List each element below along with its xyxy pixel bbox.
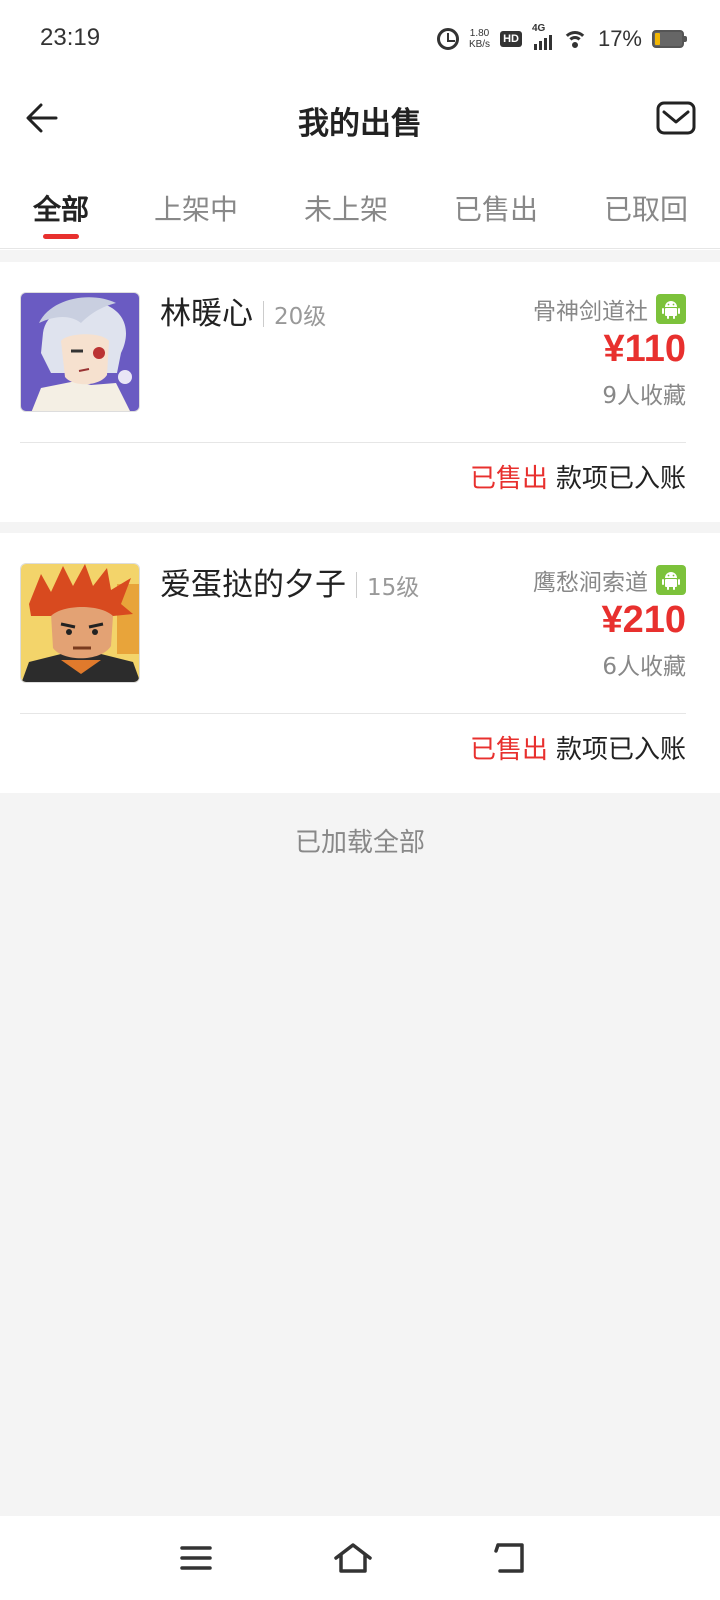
system-nav-bar: [0, 1516, 720, 1600]
server-row: 骨神剑道社: [533, 292, 686, 326]
status-sold-label: 已售出: [469, 735, 548, 765]
active-tab-indicator: [43, 234, 79, 239]
tab-on-shelf[interactable]: 上架中: [131, 188, 261, 228]
mail-icon: [656, 101, 696, 135]
android-icon: [656, 294, 686, 324]
battery-icon: [652, 30, 687, 48]
tab-sold[interactable]: 已售出: [431, 188, 561, 228]
server-row: 鹰愁涧索道: [533, 563, 686, 597]
character-avatar: [20, 563, 140, 683]
character-name-row: 林暖心 20级: [160, 288, 326, 333]
hd-icon: HD: [500, 31, 522, 47]
menu-icon: [180, 1546, 212, 1570]
signal-icon: 4G: [532, 23, 552, 50]
status-sold-label: 已售出: [469, 464, 548, 494]
status-time: 23:19: [40, 24, 101, 51]
status-bar: 23:19 1.80 KB/s HD 4G 17%: [0, 0, 720, 80]
system-back-button[interactable]: [488, 1536, 532, 1580]
battery-percent: 17%: [597, 26, 642, 51]
nav-bar: 我的出售: [0, 80, 720, 156]
network-speed-value: 1.80: [469, 28, 490, 39]
favorites-count: 9人收藏: [602, 383, 686, 409]
level-separator: [263, 301, 264, 327]
tab-bar: 全部 上架中 未上架 已售出 已取回: [0, 176, 720, 246]
status-note: 款项已入账: [555, 464, 686, 494]
signal-label: 4G: [531, 23, 546, 34]
alarm-icon: [436, 28, 459, 50]
character-name-row: 爱蛋挞的夕子 15级: [160, 559, 419, 604]
tab-all[interactable]: 全部: [0, 188, 126, 228]
home-icon: [334, 1543, 372, 1573]
status-icons: 1.80 KB/s HD 4G 17%: [436, 23, 687, 54]
loaded-all-text: 已加载全部: [294, 828, 425, 858]
page-title: 我的出售: [298, 106, 422, 142]
listing-status: 已售出 款项已入账: [470, 729, 686, 766]
level-separator: [356, 572, 357, 598]
listing-price: ¥210: [601, 599, 686, 641]
back-icon: [494, 1543, 524, 1573]
character-avatar: [20, 292, 140, 412]
tab-retrieved[interactable]: 已取回: [581, 188, 711, 228]
listing-card[interactable]: 林暖心 20级 骨神剑道社 ¥110 9人收藏 已售出 款项已入账: [0, 262, 720, 522]
character-level: 15级: [367, 575, 420, 601]
mail-button[interactable]: [652, 94, 700, 142]
character-name: 爱蛋挞的夕子: [160, 567, 346, 603]
menu-button[interactable]: [174, 1536, 218, 1580]
header-area: 23:19 1.80 KB/s HD 4G 17% 我的出售 全部 上架中 未上…: [0, 0, 720, 250]
divider: [0, 248, 720, 249]
listing-status: 已售出 款项已入账: [470, 458, 686, 495]
card-divider: [20, 713, 686, 714]
network-speed-unit: KB/s: [468, 39, 491, 50]
card-divider: [20, 442, 686, 443]
favorites-count: 6人收藏: [602, 654, 686, 680]
character-name: 林暖心: [160, 296, 253, 332]
listing-price: ¥110: [603, 328, 686, 370]
character-level: 20级: [274, 304, 327, 330]
home-button[interactable]: [331, 1536, 375, 1580]
network-speed: 1.80 KB/s: [469, 28, 490, 50]
listing-card[interactable]: 爱蛋挞的夕子 15级 鹰愁涧索道 ¥210 6人收藏 已售出 款项已入账: [0, 533, 720, 793]
tab-off-shelf[interactable]: 未上架: [281, 188, 411, 228]
server-name: 骨神剑道社: [533, 299, 648, 325]
status-note: 款项已入账: [555, 735, 686, 765]
server-name: 鹰愁涧索道: [533, 570, 648, 596]
wifi-icon: [561, 29, 588, 49]
android-icon: [656, 565, 686, 595]
